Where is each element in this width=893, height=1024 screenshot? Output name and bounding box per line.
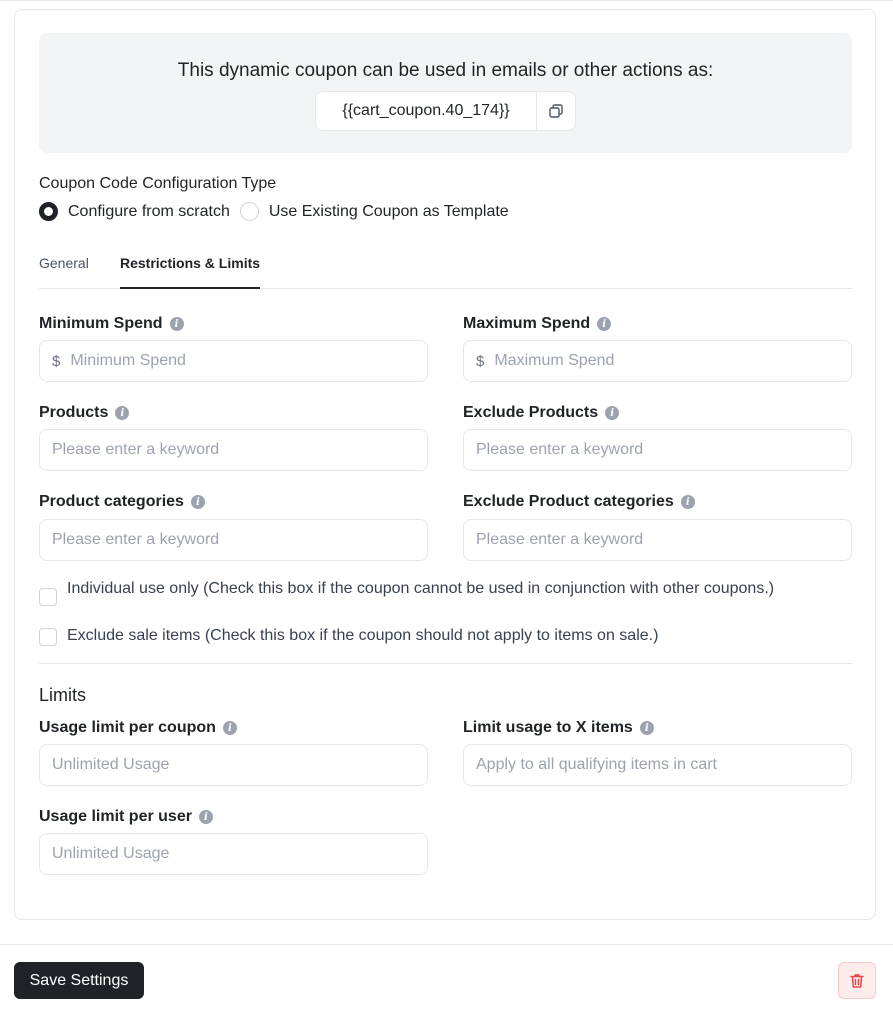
tab-general[interactable]: General: [39, 255, 89, 289]
limit-usage-x-items-input[interactable]: Apply to all qualifying items in cart: [463, 744, 852, 786]
exclude-sale-row[interactable]: Exclude sale items (Check this box if th…: [39, 627, 658, 646]
radio-label: Configure from scratch: [68, 202, 230, 220]
config-type-label: Coupon Code Configuration Type: [39, 175, 277, 192]
info-icon[interactable]: i: [605, 406, 620, 420]
product-categories-label-text: Product categories: [39, 493, 184, 510]
copy-icon: [549, 104, 563, 118]
min-spend-label-text: Minimum Spend: [39, 315, 163, 332]
radio-configure-from-scratch[interactable]: Configure from scratch: [39, 202, 230, 221]
products-placeholder: Please enter a keyword: [52, 441, 220, 458]
usage-limit-per-user-placeholder: Unlimited Usage: [52, 845, 170, 862]
max-spend-label: Maximum Spend i: [463, 315, 612, 333]
exclude-products-label: Exclude Products i: [463, 404, 620, 422]
individual-use-row[interactable]: Individual use only (Check this box if t…: [39, 581, 799, 606]
currency-prefix: $: [52, 352, 61, 370]
limits-heading: Limits: [39, 685, 87, 705]
exclude-product-categories-placeholder: Please enter a keyword: [476, 531, 644, 548]
max-spend-input[interactable]: $ Maximum Spend: [463, 340, 852, 382]
radio-button-checked[interactable]: [39, 202, 58, 221]
tab-restrictions-limits[interactable]: Restrictions & Limits: [120, 255, 261, 289]
exclude-products-placeholder: Please enter a keyword: [476, 441, 644, 458]
min-spend-placeholder: Minimum Spend: [70, 352, 186, 369]
exclude-product-categories-label-text: Exclude Product categories: [463, 493, 674, 510]
delete-button[interactable]: [838, 962, 876, 999]
save-settings-button[interactable]: Save Settings: [14, 962, 144, 999]
footer-divider: [0, 944, 893, 945]
max-spend-placeholder: Maximum Spend: [494, 352, 615, 369]
exclude-products-input[interactable]: Please enter a keyword: [463, 429, 852, 471]
limit-usage-x-items-label: Limit usage to X items i: [463, 719, 654, 737]
products-label-text: Products: [39, 404, 109, 421]
exclude-product-categories-label: Exclude Product categories i: [463, 493, 695, 511]
product-categories-input[interactable]: Please enter a keyword: [39, 519, 428, 561]
products-label: Products i: [39, 404, 130, 422]
product-categories-label: Product categories i: [39, 493, 205, 511]
info-icon[interactable]: i: [190, 495, 205, 509]
usage-limit-per-coupon-label-text: Usage limit per coupon: [39, 719, 216, 736]
limit-usage-x-items-placeholder: Apply to all qualifying items in cart: [476, 756, 717, 773]
info-icon[interactable]: i: [222, 721, 237, 735]
usage-limit-per-coupon-label: Usage limit per coupon i: [39, 719, 237, 737]
usage-limit-per-coupon-placeholder: Unlimited Usage: [52, 756, 170, 773]
coupon-usage-banner: This dynamic coupon can be used in email…: [39, 33, 852, 153]
products-input[interactable]: Please enter a keyword: [39, 429, 428, 471]
individual-use-checkbox[interactable]: [39, 588, 57, 606]
limit-usage-x-items-label-text: Limit usage to X items: [463, 719, 633, 736]
usage-limit-per-coupon-input[interactable]: Unlimited Usage: [39, 744, 428, 786]
info-icon[interactable]: i: [597, 317, 612, 331]
currency-prefix: $: [476, 352, 485, 370]
max-spend-label-text: Maximum Spend: [463, 315, 591, 332]
coupon-tag-box: {{cart_coupon.40_174}}: [315, 91, 576, 131]
radio-use-existing-template[interactable]: Use Existing Coupon as Template: [239, 202, 509, 221]
usage-limit-per-user-input[interactable]: Unlimited Usage: [39, 833, 428, 875]
top-divider: [0, 0, 893, 1]
coupon-merge-tag[interactable]: {{cart_coupon.40_174}}: [316, 92, 537, 130]
min-spend-input[interactable]: $ Minimum Spend: [39, 340, 428, 382]
product-categories-placeholder: Please enter a keyword: [52, 531, 220, 548]
exclude-products-label-text: Exclude Products: [463, 404, 599, 421]
info-icon[interactable]: i: [639, 721, 654, 735]
exclude-sale-label: Exclude sale items (Check this box if th…: [67, 627, 659, 644]
exclude-sale-checkbox[interactable]: [39, 628, 57, 646]
radio-label: Use Existing Coupon as Template: [268, 202, 509, 220]
section-divider: [39, 663, 852, 664]
settings-tabs: General Restrictions & Limits: [39, 252, 852, 289]
info-icon[interactable]: i: [115, 406, 130, 420]
config-type-radio-group: Configure from scratch Use Existing Coup…: [39, 202, 519, 221]
individual-use-label: Individual use only (Check this box if t…: [67, 580, 775, 597]
banner-text: This dynamic coupon can be used in email…: [177, 60, 714, 81]
info-icon[interactable]: i: [680, 495, 695, 509]
trash-icon: [850, 973, 864, 988]
radio-button[interactable]: [239, 202, 259, 221]
usage-limit-per-user-label: Usage limit per user i: [39, 808, 213, 826]
exclude-product-categories-input[interactable]: Please enter a keyword: [463, 519, 852, 561]
min-spend-label: Minimum Spend i: [39, 315, 184, 333]
info-icon[interactable]: i: [198, 810, 213, 824]
info-icon[interactable]: i: [169, 317, 184, 331]
usage-limit-per-user-label-text: Usage limit per user: [39, 808, 192, 825]
copy-button[interactable]: [537, 92, 575, 130]
